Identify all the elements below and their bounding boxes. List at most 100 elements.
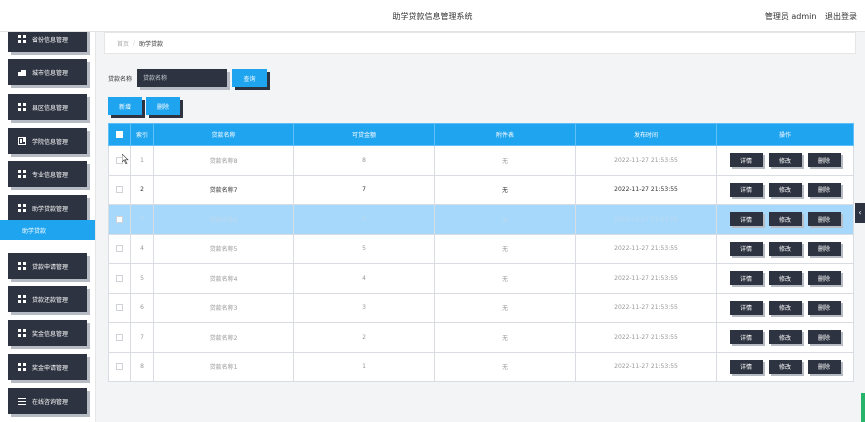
edit-button[interactable]: 修改	[768, 271, 802, 286]
breadcrumb-home[interactable]: 首页	[117, 39, 129, 48]
cell-amount: 8	[293, 145, 435, 176]
search-input[interactable]	[137, 69, 227, 87]
table-row[interactable]: 3 贷款名称6 6 无 2022-11-27 21:53:55 详情 修改 删除	[108, 204, 854, 235]
delete-button[interactable]: 删除	[807, 212, 841, 227]
cell-actions: 详情 修改 删除	[716, 145, 854, 176]
admin-label: 管理员 admin	[764, 12, 817, 21]
table-row[interactable]: 7 贷款名称2 2 无 2022-11-27 21:53:55 详情 修改 删除	[108, 322, 854, 353]
delete-button[interactable]: 删除	[807, 241, 841, 256]
submenu-item-student-loan[interactable]: 助学贷款	[0, 220, 95, 240]
edit-button[interactable]: 修改	[768, 241, 802, 256]
cell-attachment: 无	[434, 292, 576, 323]
cell-index: 4	[130, 233, 154, 264]
batch-delete-button[interactable]: 删除	[146, 97, 180, 115]
sidebar-item-label: 助学贷款管理	[32, 205, 69, 213]
detail-button[interactable]: 详情	[729, 153, 763, 168]
add-button[interactable]: 新增	[108, 97, 142, 115]
cell-amount: 2	[293, 322, 435, 353]
cell-index: 1	[130, 145, 154, 176]
search-button[interactable]: 查询	[232, 69, 267, 87]
cell-publish-time: 2022-11-27 21:53:55	[575, 145, 717, 176]
cell-actions: 详情 修改 删除	[716, 204, 854, 235]
row-select-cell	[108, 233, 131, 264]
row-checkbox[interactable]	[116, 333, 123, 341]
delete-button[interactable]: 删除	[807, 300, 841, 315]
sidebar-item-province[interactable]: 省份信息管理	[8, 32, 87, 52]
row-checkbox[interactable]	[116, 186, 123, 194]
row-select-cell	[108, 263, 131, 294]
side-indicator	[861, 393, 865, 422]
mouse-cursor-icon	[122, 154, 129, 164]
edit-button[interactable]: 修改	[768, 359, 802, 374]
cell-index: 6	[130, 292, 154, 323]
cell-attachment: 无	[434, 174, 576, 205]
row-checkbox[interactable]	[116, 304, 123, 312]
sidebar-item-label: 奖金申请管理	[32, 364, 69, 372]
delete-button[interactable]: 删除	[807, 153, 841, 168]
cell-actions: 详情 修改 删除	[716, 263, 854, 294]
sidebar-item-loan-application[interactable]: 贷款申请管理	[8, 253, 87, 279]
sidebar-item-college[interactable]: 学院信息管理	[8, 128, 87, 154]
row-select-cell	[108, 292, 131, 323]
select-all-checkbox[interactable]	[116, 131, 123, 138]
main-content: 首页 / 助学贷款 贷款名称 查询 新增 删除 索引 贷款名称 可贷金额 附件表…	[104, 32, 856, 422]
table-row[interactable]: 6 贷款名称3 3 无 2022-11-27 21:53:55 详情 修改 删除	[108, 292, 854, 323]
sidebar-item-district[interactable]: 县区信息管理	[8, 94, 87, 120]
detail-button[interactable]: 详情	[729, 330, 763, 345]
delete-button[interactable]: 删除	[807, 330, 841, 345]
cell-attachment: 无	[434, 204, 576, 235]
cell-loan-name: 贷款名称7	[153, 174, 294, 205]
sidebar-item-major[interactable]: 专业信息管理	[8, 161, 87, 187]
chart-icon	[18, 137, 26, 145]
edit-button[interactable]: 修改	[768, 182, 802, 197]
detail-button[interactable]: 详情	[729, 241, 763, 256]
logout-link[interactable]: 退出登录	[825, 12, 857, 21]
sidebar-item-online-consult[interactable]: 在线咨询管理	[8, 388, 87, 414]
grid-icon	[18, 262, 26, 270]
detail-button[interactable]: 详情	[729, 271, 763, 286]
edit-button[interactable]: 修改	[768, 330, 802, 345]
table-row[interactable]: 4 贷款名称5 5 无 2022-11-27 21:53:55 详情 修改 删除	[108, 233, 854, 264]
cell-loan-name: 贷款名称5	[153, 233, 294, 264]
grid-icon	[18, 363, 26, 371]
sidebar-item-scholarship-info[interactable]: 奖金信息管理	[8, 320, 87, 346]
detail-button[interactable]: 详情	[729, 212, 763, 227]
row-checkbox[interactable]	[116, 274, 123, 282]
cell-index: 8	[130, 351, 154, 382]
cell-amount: 3	[293, 292, 435, 323]
table-row[interactable]: 8 贷款名称1 1 无 2022-11-27 21:53:55 详情 修改 删除	[108, 351, 854, 382]
delete-button[interactable]: 删除	[807, 271, 841, 286]
cell-attachment: 无	[434, 322, 576, 353]
edit-button[interactable]: 修改	[768, 153, 802, 168]
row-checkbox[interactable]	[116, 363, 123, 371]
cell-actions: 详情 修改 删除	[716, 292, 854, 323]
cell-publish-time: 2022-11-27 21:53:55	[575, 322, 717, 353]
delete-button[interactable]: 删除	[807, 182, 841, 197]
sidebar-item-city[interactable]: 城市信息管理	[8, 59, 87, 85]
grid-icon	[18, 170, 26, 178]
cell-actions: 详情 修改 删除	[716, 233, 854, 264]
cell-publish-time: 2022-11-27 21:53:55	[575, 263, 717, 294]
table-row[interactable]: 1 贷款名称8 8 无 2022-11-27 21:53:55 详情 修改 删除	[108, 145, 854, 176]
detail-button[interactable]: 详情	[729, 359, 763, 374]
cell-publish-time: 2022-11-27 21:53:55	[575, 351, 717, 382]
detail-button[interactable]: 详情	[729, 300, 763, 315]
table-row[interactable]: 2 贷款名称7 7 无 2022-11-27 21:53:55 详情 修改 删除	[108, 174, 854, 205]
sidebar-item-label: 省份信息管理	[32, 36, 69, 44]
row-select-cell	[108, 174, 131, 205]
column-header: 发布时间	[575, 123, 717, 146]
cell-index: 5	[130, 263, 154, 294]
edit-button[interactable]: 修改	[768, 300, 802, 315]
sidebar-item-label: 县区信息管理	[32, 104, 69, 112]
collapse-panel-chevron-icon[interactable]: ‹	[855, 203, 865, 223]
sidebar-item-loan-repayment[interactable]: 贷款还款管理	[8, 286, 87, 312]
edit-button[interactable]: 修改	[768, 212, 802, 227]
row-checkbox[interactable]	[116, 245, 123, 253]
sidebar-item-scholarship-application[interactable]: 奖金申请管理	[8, 354, 87, 380]
table-row[interactable]: 5 贷款名称4 4 无 2022-11-27 21:53:55 详情 修改 删除	[108, 263, 854, 294]
detail-button[interactable]: 详情	[729, 182, 763, 197]
row-select-cell	[108, 204, 131, 235]
sidebar-item-student-loan[interactable]: 助学贷款管理	[8, 195, 87, 221]
delete-button[interactable]: 删除	[807, 359, 841, 374]
row-checkbox[interactable]	[116, 215, 123, 223]
